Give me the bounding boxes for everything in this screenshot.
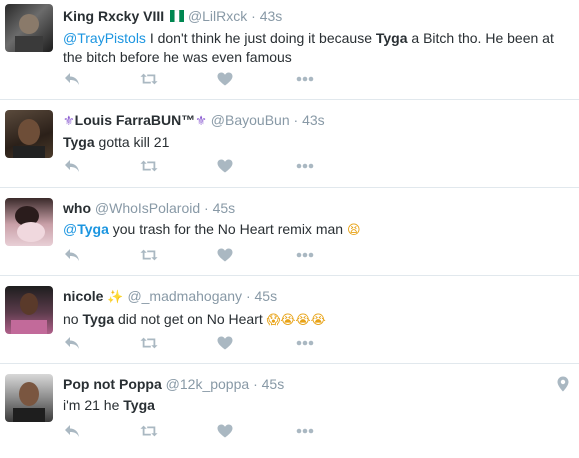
display-name[interactable]: nicole	[63, 288, 103, 304]
avatar[interactable]	[5, 4, 53, 52]
fleur-de-lis-emoji: ⚜	[63, 114, 75, 129]
text-segment: no	[63, 311, 83, 327]
display-name[interactable]: King Rxcky VIII	[63, 8, 164, 24]
user-handle[interactable]: @LilRxck	[188, 8, 247, 24]
text-segment: you trash for the No Heart remix man	[108, 221, 347, 237]
tweet-actions	[63, 422, 314, 440]
user-handle[interactable]: @WhoIsPolaroid	[95, 200, 200, 216]
separator: ·	[293, 112, 299, 128]
reply-icon[interactable]	[63, 334, 81, 352]
mention-link[interactable]: @TrayPistols	[63, 30, 146, 46]
tweet-feed: King Rxcky VIII @LilRxck · 43s @TrayPist…	[0, 0, 579, 458]
retweet-icon[interactable]	[140, 334, 158, 352]
crying-emoji-group: 😱😭😭😭	[266, 313, 326, 328]
timestamp[interactable]: 45s	[213, 200, 236, 216]
mention-link[interactable]: @Tyga	[63, 221, 109, 237]
more-icon[interactable]	[296, 70, 314, 88]
tweet-actions	[63, 70, 314, 88]
keyword-highlight: Tyga	[82, 311, 115, 327]
tweet-item[interactable]: nicole ✨ @_madmahogany · 45s no Tyga did…	[0, 276, 579, 364]
reply-icon[interactable]	[63, 422, 81, 440]
avatar[interactable]	[5, 374, 53, 422]
retweet-icon[interactable]	[140, 70, 158, 88]
tweet-actions	[63, 157, 314, 175]
timestamp[interactable]: 43s	[260, 8, 283, 24]
reply-icon[interactable]	[63, 70, 81, 88]
tweet-header: King Rxcky VIII @LilRxck · 43s	[63, 7, 569, 25]
avatar[interactable]	[5, 110, 53, 158]
user-handle[interactable]: @_madmahogany	[127, 288, 242, 304]
text-segment: I don't think he just doing it because	[145, 30, 376, 46]
retweet-icon[interactable]	[140, 246, 158, 264]
tweet-text: i'm 21 he Tyga	[63, 396, 569, 415]
reply-icon[interactable]	[63, 157, 81, 175]
timestamp[interactable]: 45s	[255, 288, 278, 304]
tweet-actions	[63, 246, 314, 264]
tweet-text: no Tyga did not get on No Heart 😱😭😭😭	[63, 310, 569, 330]
like-icon[interactable]	[216, 157, 234, 175]
user-handle[interactable]: @BayouBun	[211, 112, 290, 128]
text-segment: gotta kill 21	[94, 134, 170, 150]
tweet-text: Tyga gotta kill 21	[63, 133, 569, 152]
display-name[interactable]: who	[63, 200, 91, 216]
reply-icon[interactable]	[63, 246, 81, 264]
nigeria-flag-icon	[170, 8, 185, 23]
text-segment: did not get on No Heart	[114, 311, 267, 327]
display-name[interactable]: Pop not Poppa	[63, 376, 162, 392]
tweet-header: ⚜Louis FarraBUN™⚜ @BayouBun · 43s	[63, 111, 569, 131]
timestamp[interactable]: 43s	[302, 112, 325, 128]
tweet-item[interactable]: ⚜Louis FarraBUN™⚜ @BayouBun · 43s Tyga g…	[0, 100, 579, 188]
mention-at: @	[63, 221, 78, 237]
keyword-highlight: Tyga	[77, 221, 109, 237]
tweet-text: @TrayPistols I don't think he just doing…	[63, 29, 569, 67]
retweet-icon[interactable]	[140, 422, 158, 440]
tweet-header: nicole ✨ @_madmahogany · 45s	[63, 287, 569, 307]
retweet-icon[interactable]	[140, 157, 158, 175]
tweet-text: @Tyga you trash for the No Heart remix m…	[63, 220, 569, 240]
tweet-item[interactable]: Pop not Poppa @12k_poppa · 45s i'm 21 he…	[0, 364, 579, 458]
tweet-item[interactable]: who @WhoIsPolaroid · 45s @Tyga you trash…	[0, 188, 579, 276]
like-icon[interactable]	[216, 70, 234, 88]
tweet-header: who @WhoIsPolaroid · 45s	[63, 199, 569, 217]
separator: ·	[245, 288, 251, 304]
text-segment: i'm 21 he	[63, 397, 124, 413]
like-icon[interactable]	[216, 334, 234, 352]
user-handle[interactable]: @12k_poppa	[166, 376, 250, 392]
tired-face-emoji: 😫	[346, 223, 361, 238]
keyword-highlight: Tyga	[375, 30, 408, 46]
like-icon[interactable]	[216, 422, 234, 440]
keyword-highlight: Tyga	[123, 397, 155, 413]
display-name[interactable]: Louis FarraBUN™	[75, 112, 196, 128]
avatar[interactable]	[5, 198, 53, 246]
tweet-actions	[63, 334, 314, 352]
location-pin-icon[interactable]	[557, 376, 569, 392]
fleur-de-lis-emoji: ⚜	[195, 114, 207, 129]
like-icon[interactable]	[216, 246, 234, 264]
keyword-highlight: Tyga	[63, 134, 95, 150]
more-icon[interactable]	[296, 422, 314, 440]
separator: ·	[253, 376, 258, 392]
separator: ·	[204, 200, 209, 216]
more-icon[interactable]	[296, 246, 314, 264]
separator: ·	[251, 8, 256, 24]
more-icon[interactable]	[296, 334, 314, 352]
timestamp[interactable]: 45s	[262, 376, 285, 392]
sparkles-emoji: ✨	[107, 290, 124, 305]
avatar[interactable]	[5, 286, 53, 334]
more-icon[interactable]	[296, 157, 314, 175]
tweet-header: Pop not Poppa @12k_poppa · 45s	[63, 375, 569, 393]
tweet-item[interactable]: King Rxcky VIII @LilRxck · 43s @TrayPist…	[0, 0, 579, 100]
